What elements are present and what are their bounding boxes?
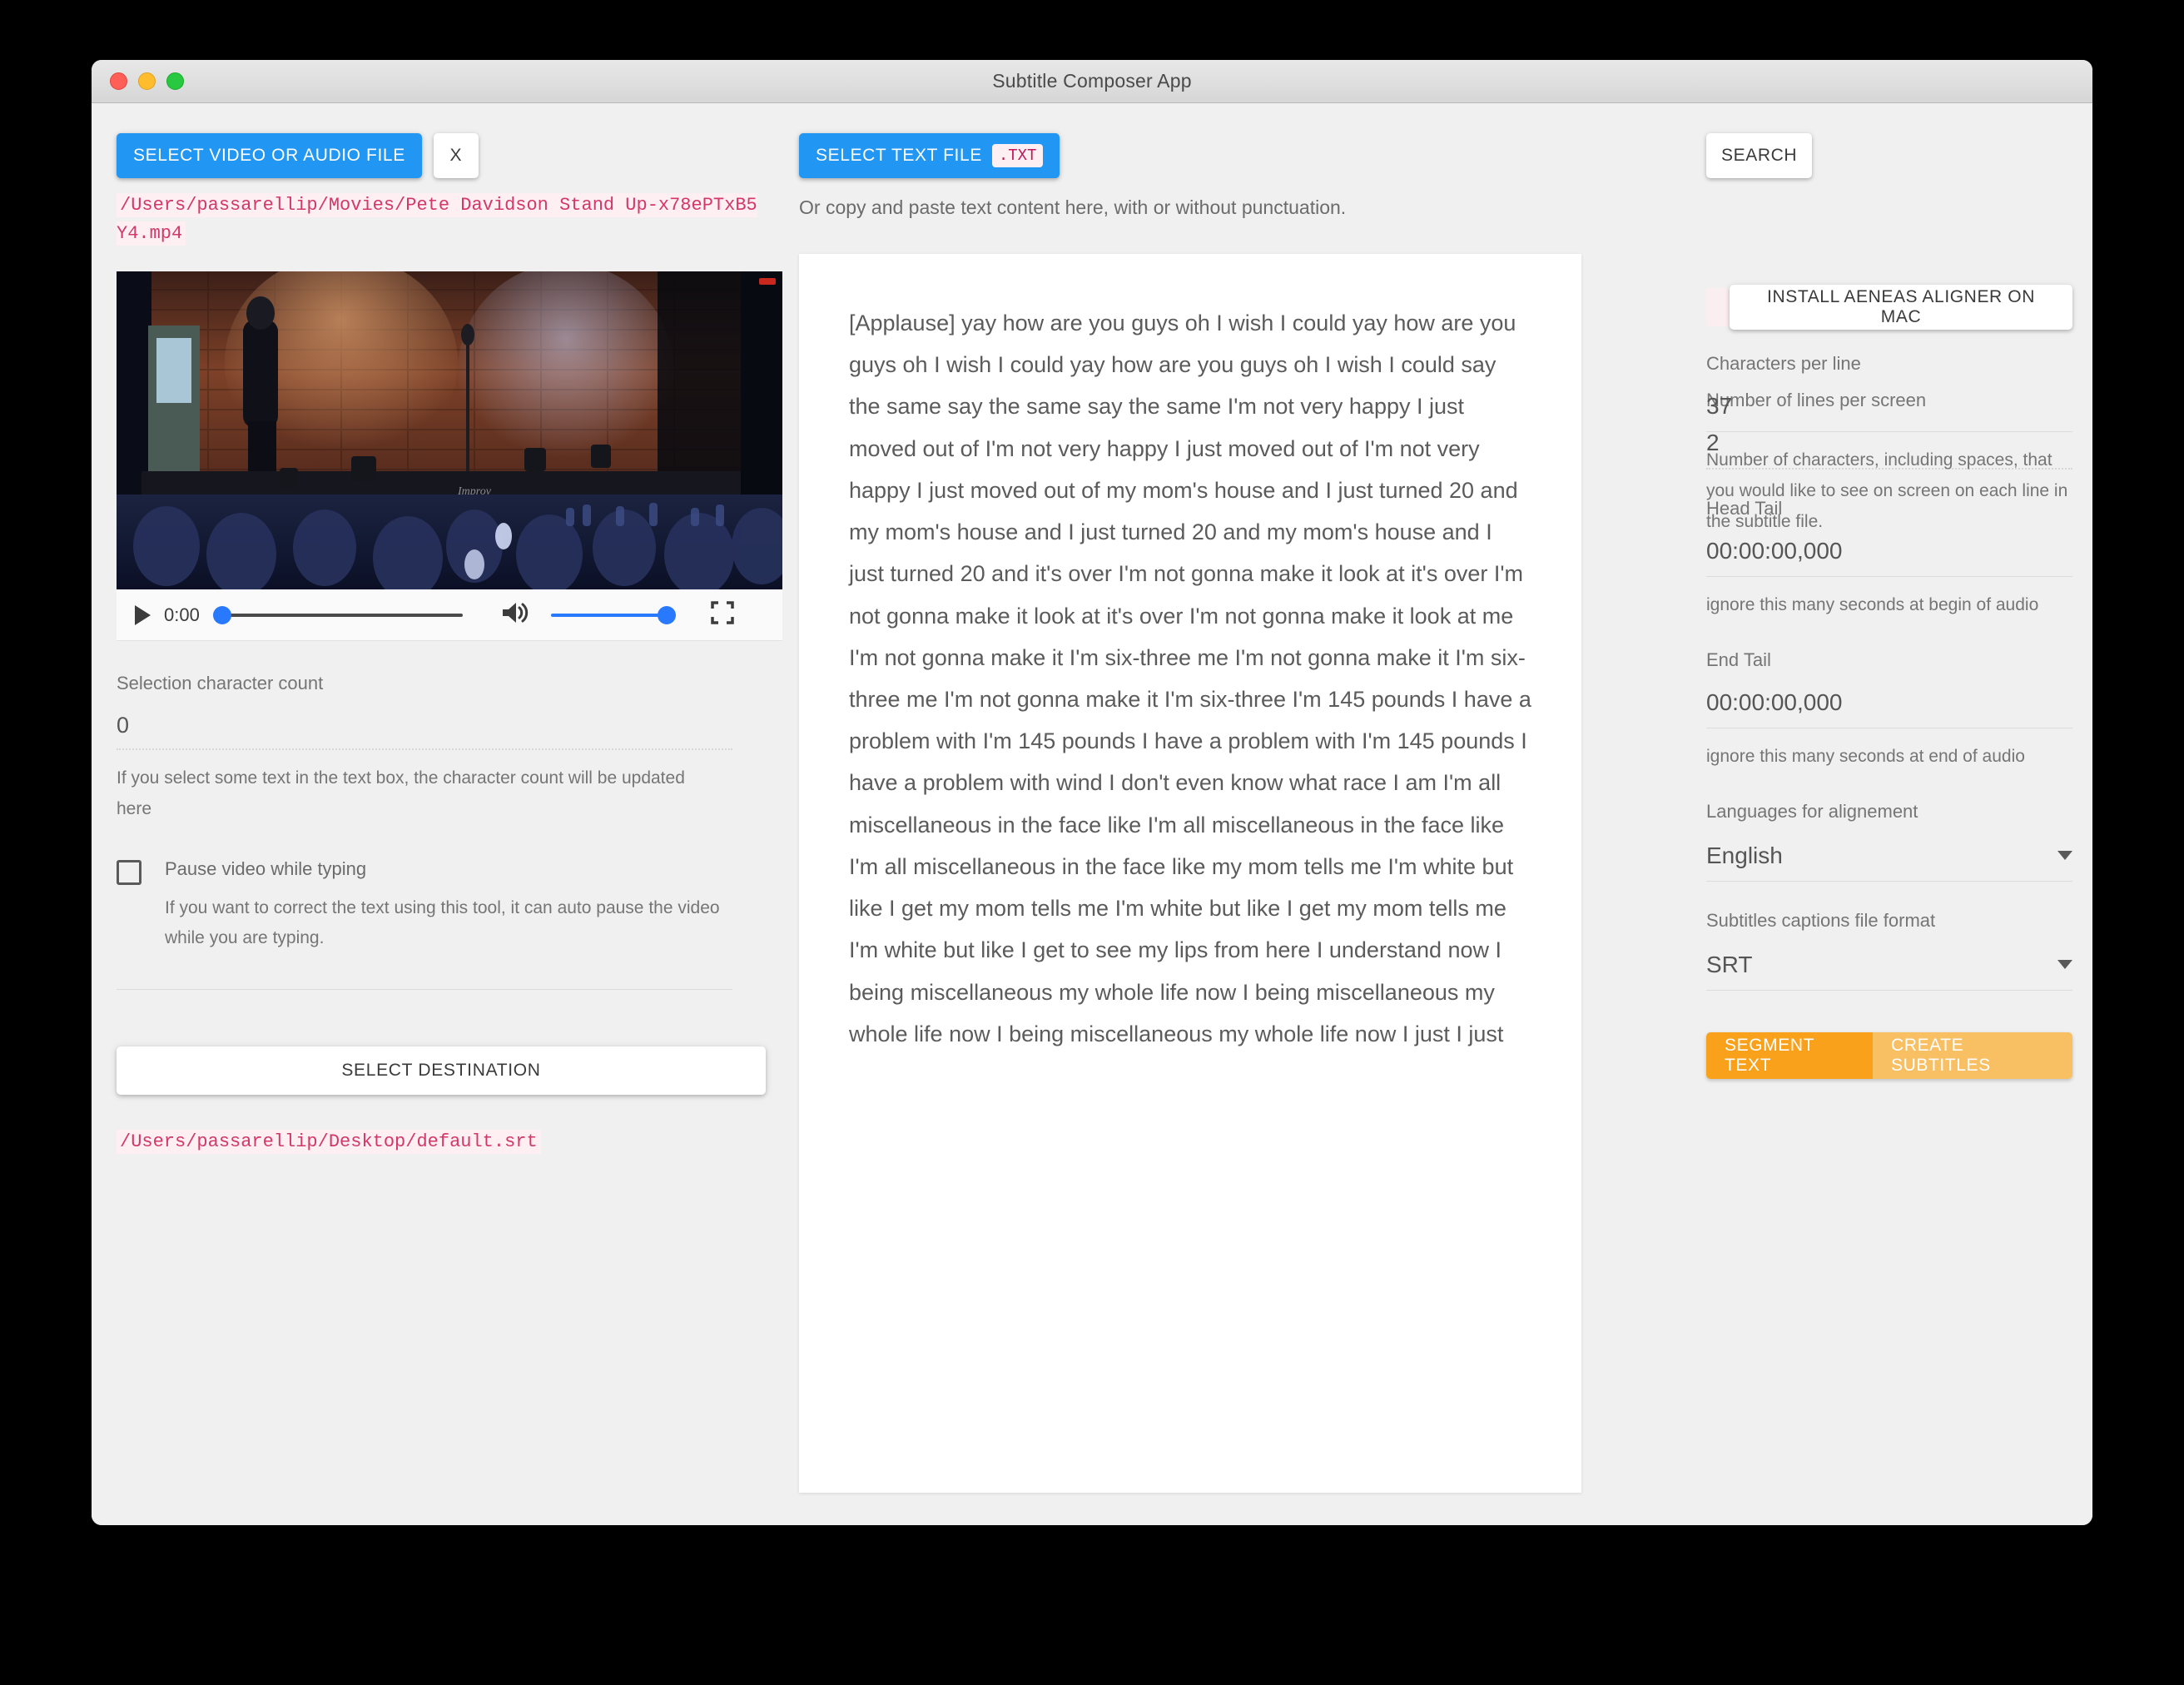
chars-per-line-value[interactable]: 37 [1706,393,2072,432]
window-titlebar: Subtitle Composer App [92,60,2092,103]
transcript-text: [Applause] yay how are you guys oh I wis… [849,302,1531,1055]
destination-path: /Users/passarellip/Desktop/default.srt [117,1130,541,1154]
select-destination-button[interactable]: SELECT DESTINATION [117,1046,766,1095]
video-controls-bar[interactable]: 0:00 [117,589,782,641]
media-select-row: SELECT VIDEO OR AUDIO FILE X [117,133,791,178]
media-path-wrap: /Users/passarellip/Movies/Pete Davidson … [117,191,766,248]
end-tail-group: End Tail 00:00:00,000 ignore this many s… [1706,649,2072,773]
search-button[interactable]: SEARCH [1706,133,1812,178]
zoom-button[interactable] [166,72,184,90]
chars-per-line-help: Number of characters, including spaces, … [1706,445,2072,537]
chevron-down-icon [2057,960,2072,969]
fullscreen-icon[interactable] [711,601,734,629]
segment-text-button[interactable]: SEGMENT TEXT [1706,1032,1873,1079]
pause-video-checkbox[interactable] [117,860,141,885]
end-tail-help: ignore this many seconds at end of audio [1706,742,2072,773]
play-icon[interactable] [135,605,151,625]
format-value: SRT [1706,952,1753,978]
languages-group: Languages for alignement English [1706,801,2072,882]
txt-extension-chip: .TXT [992,144,1044,167]
select-media-button[interactable]: SELECT VIDEO OR AUDIO FILE [117,133,422,178]
languages-value: English [1706,842,1783,869]
create-subtitles-button[interactable]: CREATE SUBTITLES [1873,1032,2072,1079]
languages-label: Languages for alignement [1706,801,2072,823]
select-text-file-label: SELECT TEXT FILE [816,146,982,166]
app-window: Subtitle Composer App SELECT VIDEO OR AU… [92,60,2092,1525]
head-tail-value[interactable]: 00:00:00,000 [1706,538,2072,577]
seek-slider[interactable] [213,606,463,624]
pause-video-checkbox-row[interactable]: Pause video while typing If you want to … [117,858,791,955]
selection-count-label: Selection character count [117,673,791,694]
chevron-down-icon [2057,851,2072,860]
traffic-light-group [110,72,184,90]
pause-video-help: If you want to correct the text using th… [165,893,731,955]
right-panel: SEARCH INSTALL AENEAS ALIGNER ON MAC Cha… [1706,103,2072,1525]
install-aeneas-button[interactable]: INSTALL AENEAS ALIGNER ON MAC [1730,285,2072,330]
video-frame[interactable]: Improv [117,271,782,589]
left-divider [117,989,732,990]
selection-count-value[interactable]: 0 [117,713,732,750]
video-still-image: Improv [117,271,782,589]
volume-slider[interactable] [551,606,676,624]
seek-knob[interactable] [213,606,231,624]
format-select[interactable]: SRT [1706,952,2072,991]
head-tail-help: ignore this many seconds at begin of aud… [1706,590,2072,621]
clear-media-button[interactable]: X [434,133,479,178]
action-button-group: SEGMENT TEXT CREATE SUBTITLES [1706,1032,2072,1079]
end-tail-value[interactable]: 00:00:00,000 [1706,689,2072,728]
format-label: Subtitles captions file format [1706,910,2072,932]
volume-track [551,614,668,617]
transcript-textarea[interactable]: [Applause] yay how are you guys oh I wis… [799,254,1581,1493]
destination-path-wrap: /Users/passarellip/Desktop/default.srt [117,1128,766,1156]
paste-hint: Or copy and paste text content here, wit… [799,196,1706,219]
left-panel: SELECT VIDEO OR AUDIO FILE X /Users/pass… [117,103,791,1525]
minimize-button[interactable] [138,72,156,90]
seek-track [221,614,463,617]
close-button[interactable] [110,72,127,90]
chars-per-line-group: Characters per line 37 Number of charact… [1706,353,2072,537]
current-time-label: 0:00 [164,604,200,626]
volume-knob[interactable] [658,606,676,624]
window-title: Subtitle Composer App [92,70,2092,92]
pause-video-text: Pause video while typing If you want to … [165,858,731,955]
select-text-file-button[interactable]: SELECT TEXT FILE .TXT [799,133,1060,178]
screen: Subtitle Composer App SELECT VIDEO OR AU… [0,0,2184,1685]
chars-per-line-label: Characters per line [1706,353,2072,375]
languages-select[interactable]: English [1706,842,2072,882]
end-tail-label: End Tail [1706,649,2072,671]
right-actions: SEARCH INSTALL AENEAS ALIGNER ON MAC Cha… [1706,103,2072,353]
center-panel: SELECT TEXT FILE .TXT Or copy and paste … [799,103,1706,1525]
app-content: SELECT VIDEO OR AUDIO FILE X /Users/pass… [92,103,2092,1525]
select-text-row: SELECT TEXT FILE .TXT [799,133,1706,178]
video-player[interactable]: Improv [117,271,791,641]
volume-icon[interactable] [501,601,529,629]
media-path: /Users/passarellip/Movies/Pete Davidson … [117,193,757,246]
pause-video-label: Pause video while typing [165,858,731,880]
format-group: Subtitles captions file format SRT [1706,910,2072,991]
selection-count-help: If you select some text in the text box,… [117,763,724,825]
